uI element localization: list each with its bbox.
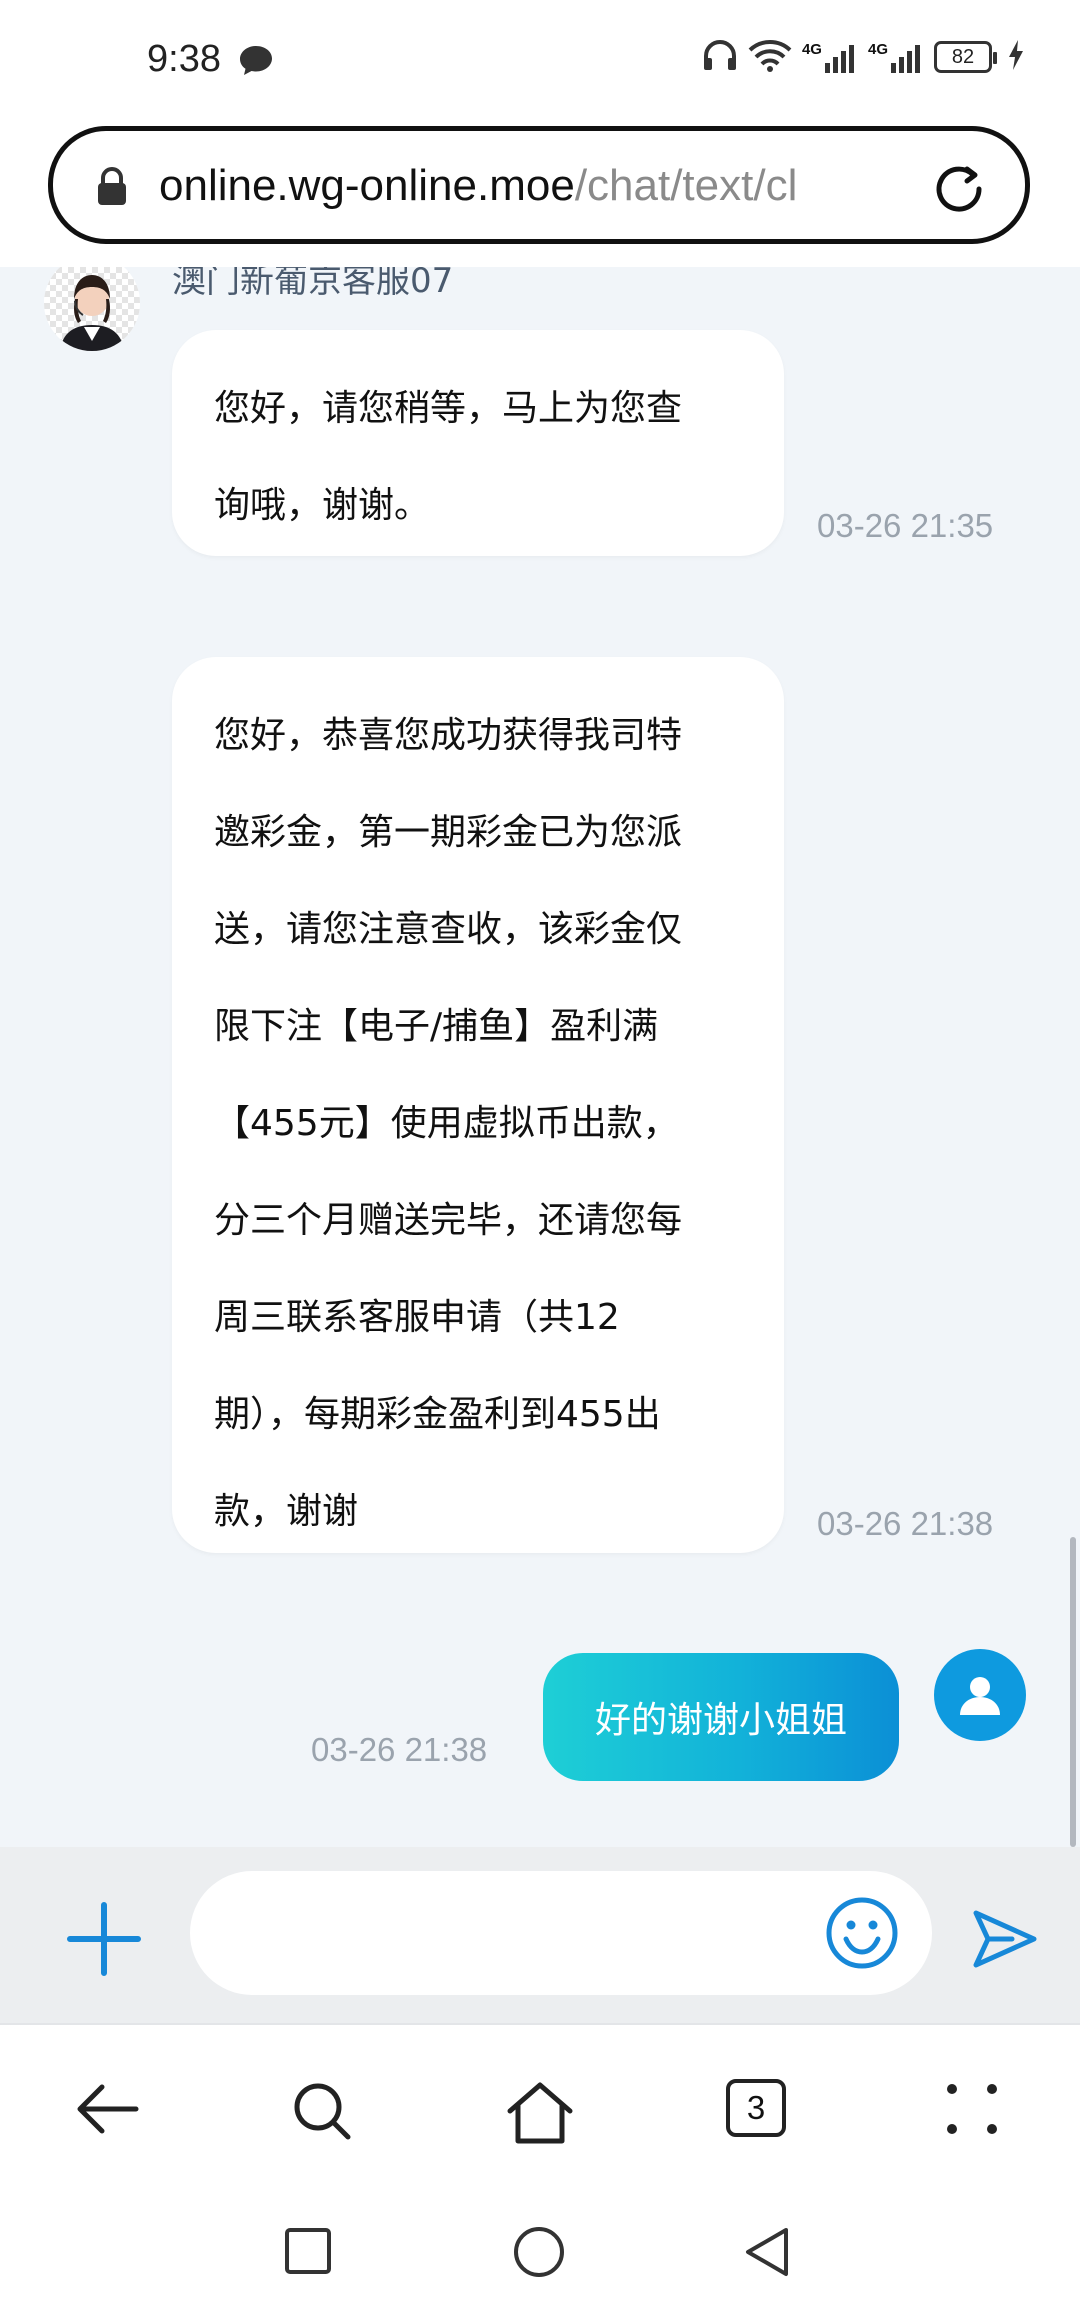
recents-button[interactable] xyxy=(284,2227,332,2279)
url-host: online.wg-online.moe xyxy=(159,161,575,210)
signal-4g-icon-1: 4G xyxy=(802,41,858,73)
system-navigation-bar xyxy=(0,2195,1080,2310)
square-icon xyxy=(285,2228,331,2274)
user-message-bubble: 好的谢谢小姐姐 xyxy=(543,1653,899,1781)
system-back-button[interactable] xyxy=(742,2225,792,2283)
send-icon xyxy=(973,1910,1037,1968)
message-line: 期），每期彩金盈利到455出 xyxy=(214,1394,661,1435)
message-line: 限下注【电子/捕鱼】盈利满 xyxy=(214,1006,659,1047)
search-button[interactable] xyxy=(290,2079,354,2143)
chat-area[interactable]: 澳门新葡京客服07 您好，请您稍等，马上为您查 询哦，谢谢。 03-26 21:… xyxy=(0,267,1080,1847)
agent-message-bubble: 您好，恭喜您成功获得我司特 邀彩金，第一期彩金已为您派 送，请您注意查收，该彩金… xyxy=(172,657,784,1553)
add-attachment-button[interactable] xyxy=(62,1897,146,1981)
search-icon xyxy=(294,2083,351,2140)
message-line: 您好，恭喜您成功获得我司特 xyxy=(214,715,683,756)
url-text[interactable]: online.wg-online.moe/chat/text/cl xyxy=(159,161,949,211)
agent-avatar xyxy=(44,267,140,351)
message-line: 送，请您注意查收，该彩金仅 xyxy=(214,909,683,950)
status-icons: 4G 4G 82 xyxy=(702,38,1024,76)
message-line: 分三个月赠送完毕，还请您每 xyxy=(214,1200,683,1241)
send-button[interactable] xyxy=(968,1903,1040,1979)
agent-message-bubble: 您好，请您稍等，马上为您查 询哦，谢谢。 xyxy=(172,330,784,556)
triangle-back-icon xyxy=(746,2228,788,2276)
charging-icon xyxy=(1008,40,1024,74)
message-notification-icon xyxy=(238,44,274,80)
agent-name: 澳门新葡京客服07 xyxy=(172,267,454,301)
reload-icon[interactable] xyxy=(929,159,989,223)
battery-indicator: 82 xyxy=(934,41,997,73)
more-menu-button[interactable] xyxy=(944,2081,1000,2137)
chat-input-bar xyxy=(0,1847,1080,2025)
user-avatar xyxy=(934,1649,1026,1741)
home-icon xyxy=(507,2082,573,2144)
message-line: 您好，请您稍等，马上为您查 xyxy=(214,388,683,429)
smiley-icon xyxy=(826,1897,898,1969)
scrollbar-thumb[interactable] xyxy=(1070,1537,1076,1847)
tabs-button[interactable]: 3 xyxy=(726,2079,786,2137)
message-line: 邀彩金，第一期彩金已为您派 xyxy=(214,812,683,853)
wifi-icon xyxy=(748,38,792,76)
emoji-button[interactable] xyxy=(824,1895,900,1975)
address-bar[interactable]: online.wg-online.moe/chat/text/cl xyxy=(48,126,1030,244)
signal-4g-icon-2: 4G xyxy=(868,41,924,73)
headphones-icon xyxy=(702,38,738,76)
message-line: 【455元】使用虚拟币出款， xyxy=(214,1103,679,1144)
message-input[interactable] xyxy=(190,1871,932,1995)
status-time: 9:38 xyxy=(147,38,221,80)
message-time: 03-26 21:38 xyxy=(311,1731,488,1768)
lock-icon xyxy=(95,167,129,211)
home-button[interactable] xyxy=(504,2079,576,2145)
back-arrow-icon xyxy=(77,2084,139,2134)
message-line: 款，谢谢 xyxy=(214,1491,359,1532)
browser-toolbar: 3 xyxy=(0,2025,1080,2195)
message-time: 03-26 21:35 xyxy=(817,507,994,544)
back-button[interactable] xyxy=(72,2079,142,2139)
message-line: 询哦，谢谢。 xyxy=(214,485,431,526)
status-bar: 9:38 4G 4G 82 xyxy=(0,0,1080,120)
system-home-button[interactable] xyxy=(512,2225,566,2283)
url-path: /chat/text/cl xyxy=(574,161,798,210)
plus-icon xyxy=(67,1902,141,1976)
user-icon xyxy=(960,1677,1000,1715)
circle-icon xyxy=(514,2227,564,2277)
more-dots-icon xyxy=(947,2084,997,2134)
message-time: 03-26 21:38 xyxy=(817,1505,994,1542)
message-line: 周三联系客服申请（共12 xyxy=(214,1297,620,1338)
